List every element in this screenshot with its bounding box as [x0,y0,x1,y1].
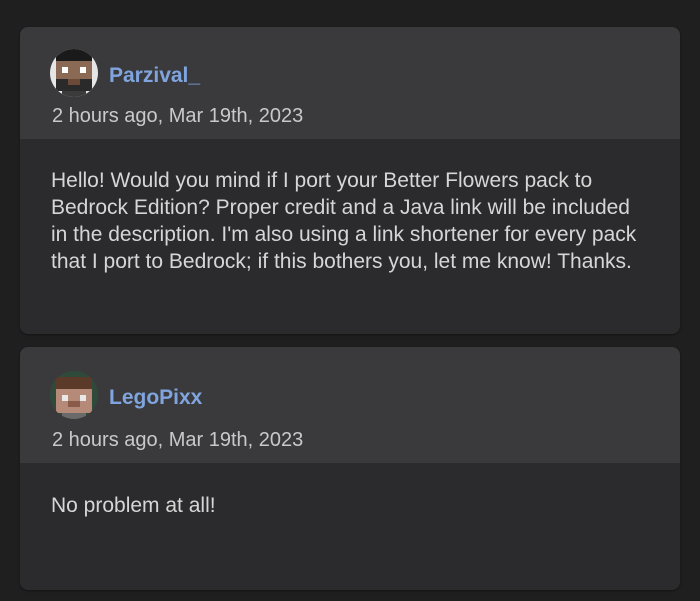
comment-timestamp: 2 hours ago, Mar 19th, 2023 [52,429,304,451]
comment-text: Hello! Would you mind if I port your Bet… [51,169,637,273]
comment-header: Parzival_ 2 hours ago, Mar 19th, 2023 [20,27,680,139]
comment-header: LegoPixx 2 hours ago, Mar 19th, 2023 [20,347,680,463]
username-link[interactable]: LegoPixx [109,386,202,410]
comment-thread: Parzival_ 2 hours ago, Mar 19th, 2023 He… [0,0,700,601]
username-link[interactable]: Parzival_ [109,64,200,88]
avatar[interactable] [50,49,98,97]
comment-card: LegoPixx 2 hours ago, Mar 19th, 2023 No … [20,347,680,590]
comment-text: No problem at all! [51,494,216,517]
comment-card: Parzival_ 2 hours ago, Mar 19th, 2023 He… [20,27,680,334]
comment-timestamp: 2 hours ago, Mar 19th, 2023 [52,105,304,127]
pixel-skin-face-icon [50,49,98,97]
pixel-skin-face-icon [50,371,98,419]
avatar[interactable] [50,371,98,419]
